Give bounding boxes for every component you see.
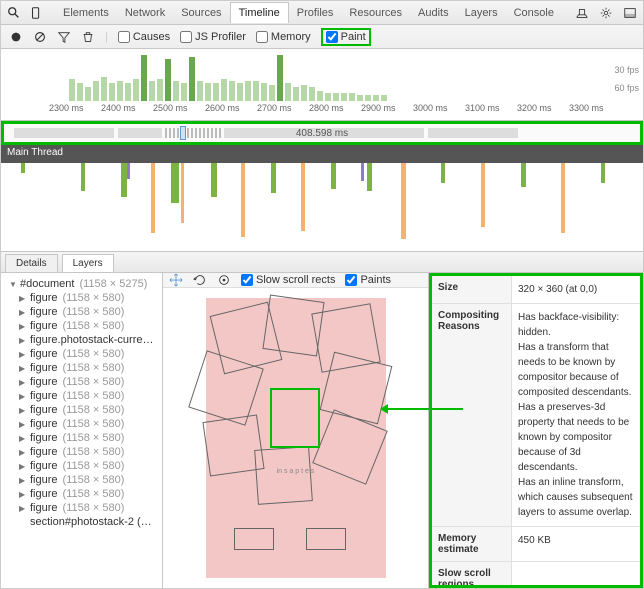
fps-30-label: 30 fps [614,65,639,75]
tree-figure[interactable]: ▶figure(1158 × 580) [3,417,160,431]
paint-checkbox[interactable]: Paint [321,28,371,46]
jsprofiler-label: JS Profiler [195,31,246,43]
tree-figure[interactable]: ▶figure(1158 × 580) [3,459,160,473]
tree-figure[interactable]: ▶figure(1158 × 580) [3,347,160,361]
prop-size-key: Size [432,276,512,303]
tree-figure[interactable]: ▶figure(1158 × 580) [3,473,160,487]
device-icon[interactable] [29,6,43,20]
main-toolbar: Elements Network Sources Timeline Profil… [1,1,643,25]
reset-icon[interactable] [217,273,231,287]
fps-overview[interactable]: 30 fps 60 fps 2300 ms2400 ms2500 ms2600 … [1,49,643,121]
prop-scroll-val [512,562,640,588]
prop-reasons-val: Has backface-visibility: hidden.Has a tr… [512,304,640,526]
thread-header: Main Thread [1,145,643,163]
tree-figure[interactable]: ▶figure(1158 × 580) [3,291,160,305]
layer-tree[interactable]: ▼#document(1158 × 5275) ▶figure(1158 × 5… [1,273,163,588]
layer-canvas[interactable]: in s a p t e s [163,288,428,588]
causes-label: Causes [133,31,170,43]
prop-reasons-key: Compositing Reasons [432,304,512,526]
panel-tabs: Elements Network Sources Timeline Profil… [55,2,562,23]
timeline-toolbar: | Causes JS Profiler Memory Paint [1,25,643,49]
garbage-icon[interactable] [81,30,95,44]
tab-elements[interactable]: Elements [55,3,117,23]
tab-sources[interactable]: Sources [173,3,229,23]
search-icon[interactable] [7,6,21,20]
prop-size-val: 320 × 360 (at 0,0) [512,276,640,303]
jsprofiler-checkbox[interactable]: JS Profiler [180,31,246,43]
layer-properties: Size320 × 360 (at 0,0) Compositing Reaso… [429,273,643,588]
tab-resources[interactable]: Resources [341,3,410,23]
frame-scrubber[interactable]: 408.598 ms [1,121,643,145]
lower-panel: ▼#document(1158 × 5275) ▶figure(1158 × 5… [1,273,643,588]
drawer-icon[interactable] [575,6,589,20]
dock-icon[interactable] [623,6,637,20]
tree-section[interactable]: section#photostack-2 (… [3,515,160,529]
tree-figure[interactable]: ▶figure(1158 × 580) [3,445,160,459]
tab-timeline[interactable]: Timeline [230,2,289,23]
tree-figure[interactable]: ▶figure(1158 × 580) [3,487,160,501]
tree-document[interactable]: ▼#document(1158 × 5275) [3,277,160,291]
paints-checkbox[interactable]: Paints [345,274,391,286]
fps-60-label: 60 fps [614,83,639,93]
tree-figure[interactable]: ▶figure(1158 × 580) [3,431,160,445]
tab-details[interactable]: Details [5,254,58,272]
detail-tabs: Details Layers [1,251,643,273]
page-layer: in s a p t e s [206,298,386,578]
viewport-toolbar: Slow scroll rects Paints [163,273,428,288]
paint-label: Paint [341,31,366,43]
frame-duration: 408.598 ms [296,128,348,139]
flame-chart[interactable] [1,163,643,251]
memory-checkbox[interactable]: Memory [256,31,311,43]
tree-figure[interactable]: ▶figure(1158 × 580) [3,361,160,375]
tree-figure[interactable]: ▶figure(1158 × 580) [3,403,160,417]
prop-scroll-key: Slow scroll regions [432,562,512,588]
tree-figure[interactable]: ▶figure(1158 × 580) [3,319,160,333]
clear-icon[interactable] [33,30,47,44]
tab-console[interactable]: Console [506,3,562,23]
memory-label: Memory [271,31,311,43]
tab-profiles[interactable]: Profiles [289,3,342,23]
tab-layers-detail[interactable]: Layers [62,254,114,272]
tab-layers[interactable]: Layers [457,3,506,23]
tab-network[interactable]: Network [117,3,173,23]
tab-audits[interactable]: Audits [410,3,457,23]
rotate-icon[interactable] [193,273,207,287]
slow-scroll-checkbox[interactable]: Slow scroll rects [241,274,335,286]
causes-checkbox[interactable]: Causes [118,31,170,43]
tree-figure[interactable]: ▶figure.photostack-curre… [3,333,160,347]
tree-figure[interactable]: ▶figure(1158 × 580) [3,389,160,403]
fps-bars [9,53,635,101]
caption-text: in s a p t e s [206,468,386,475]
filter-icon[interactable] [57,30,71,44]
prop-memory-val: 450 KB [512,527,640,561]
highlight-arrow [383,408,463,410]
time-ruler: 2300 ms2400 ms2500 ms2600 ms2700 ms2800 … [9,103,635,113]
record-icon[interactable] [9,30,23,44]
selected-layer[interactable] [270,388,320,448]
prop-memory-key: Memory estimate [432,527,512,561]
tree-figure[interactable]: ▶figure(1158 × 580) [3,375,160,389]
gear-icon[interactable] [599,6,613,20]
tree-figure[interactable]: ▶figure(1158 × 580) [3,501,160,515]
tree-figure[interactable]: ▶figure(1158 × 580) [3,305,160,319]
layer-viewport: Slow scroll rects Paints in s a p t e s [163,273,429,588]
move-icon[interactable] [169,273,183,287]
